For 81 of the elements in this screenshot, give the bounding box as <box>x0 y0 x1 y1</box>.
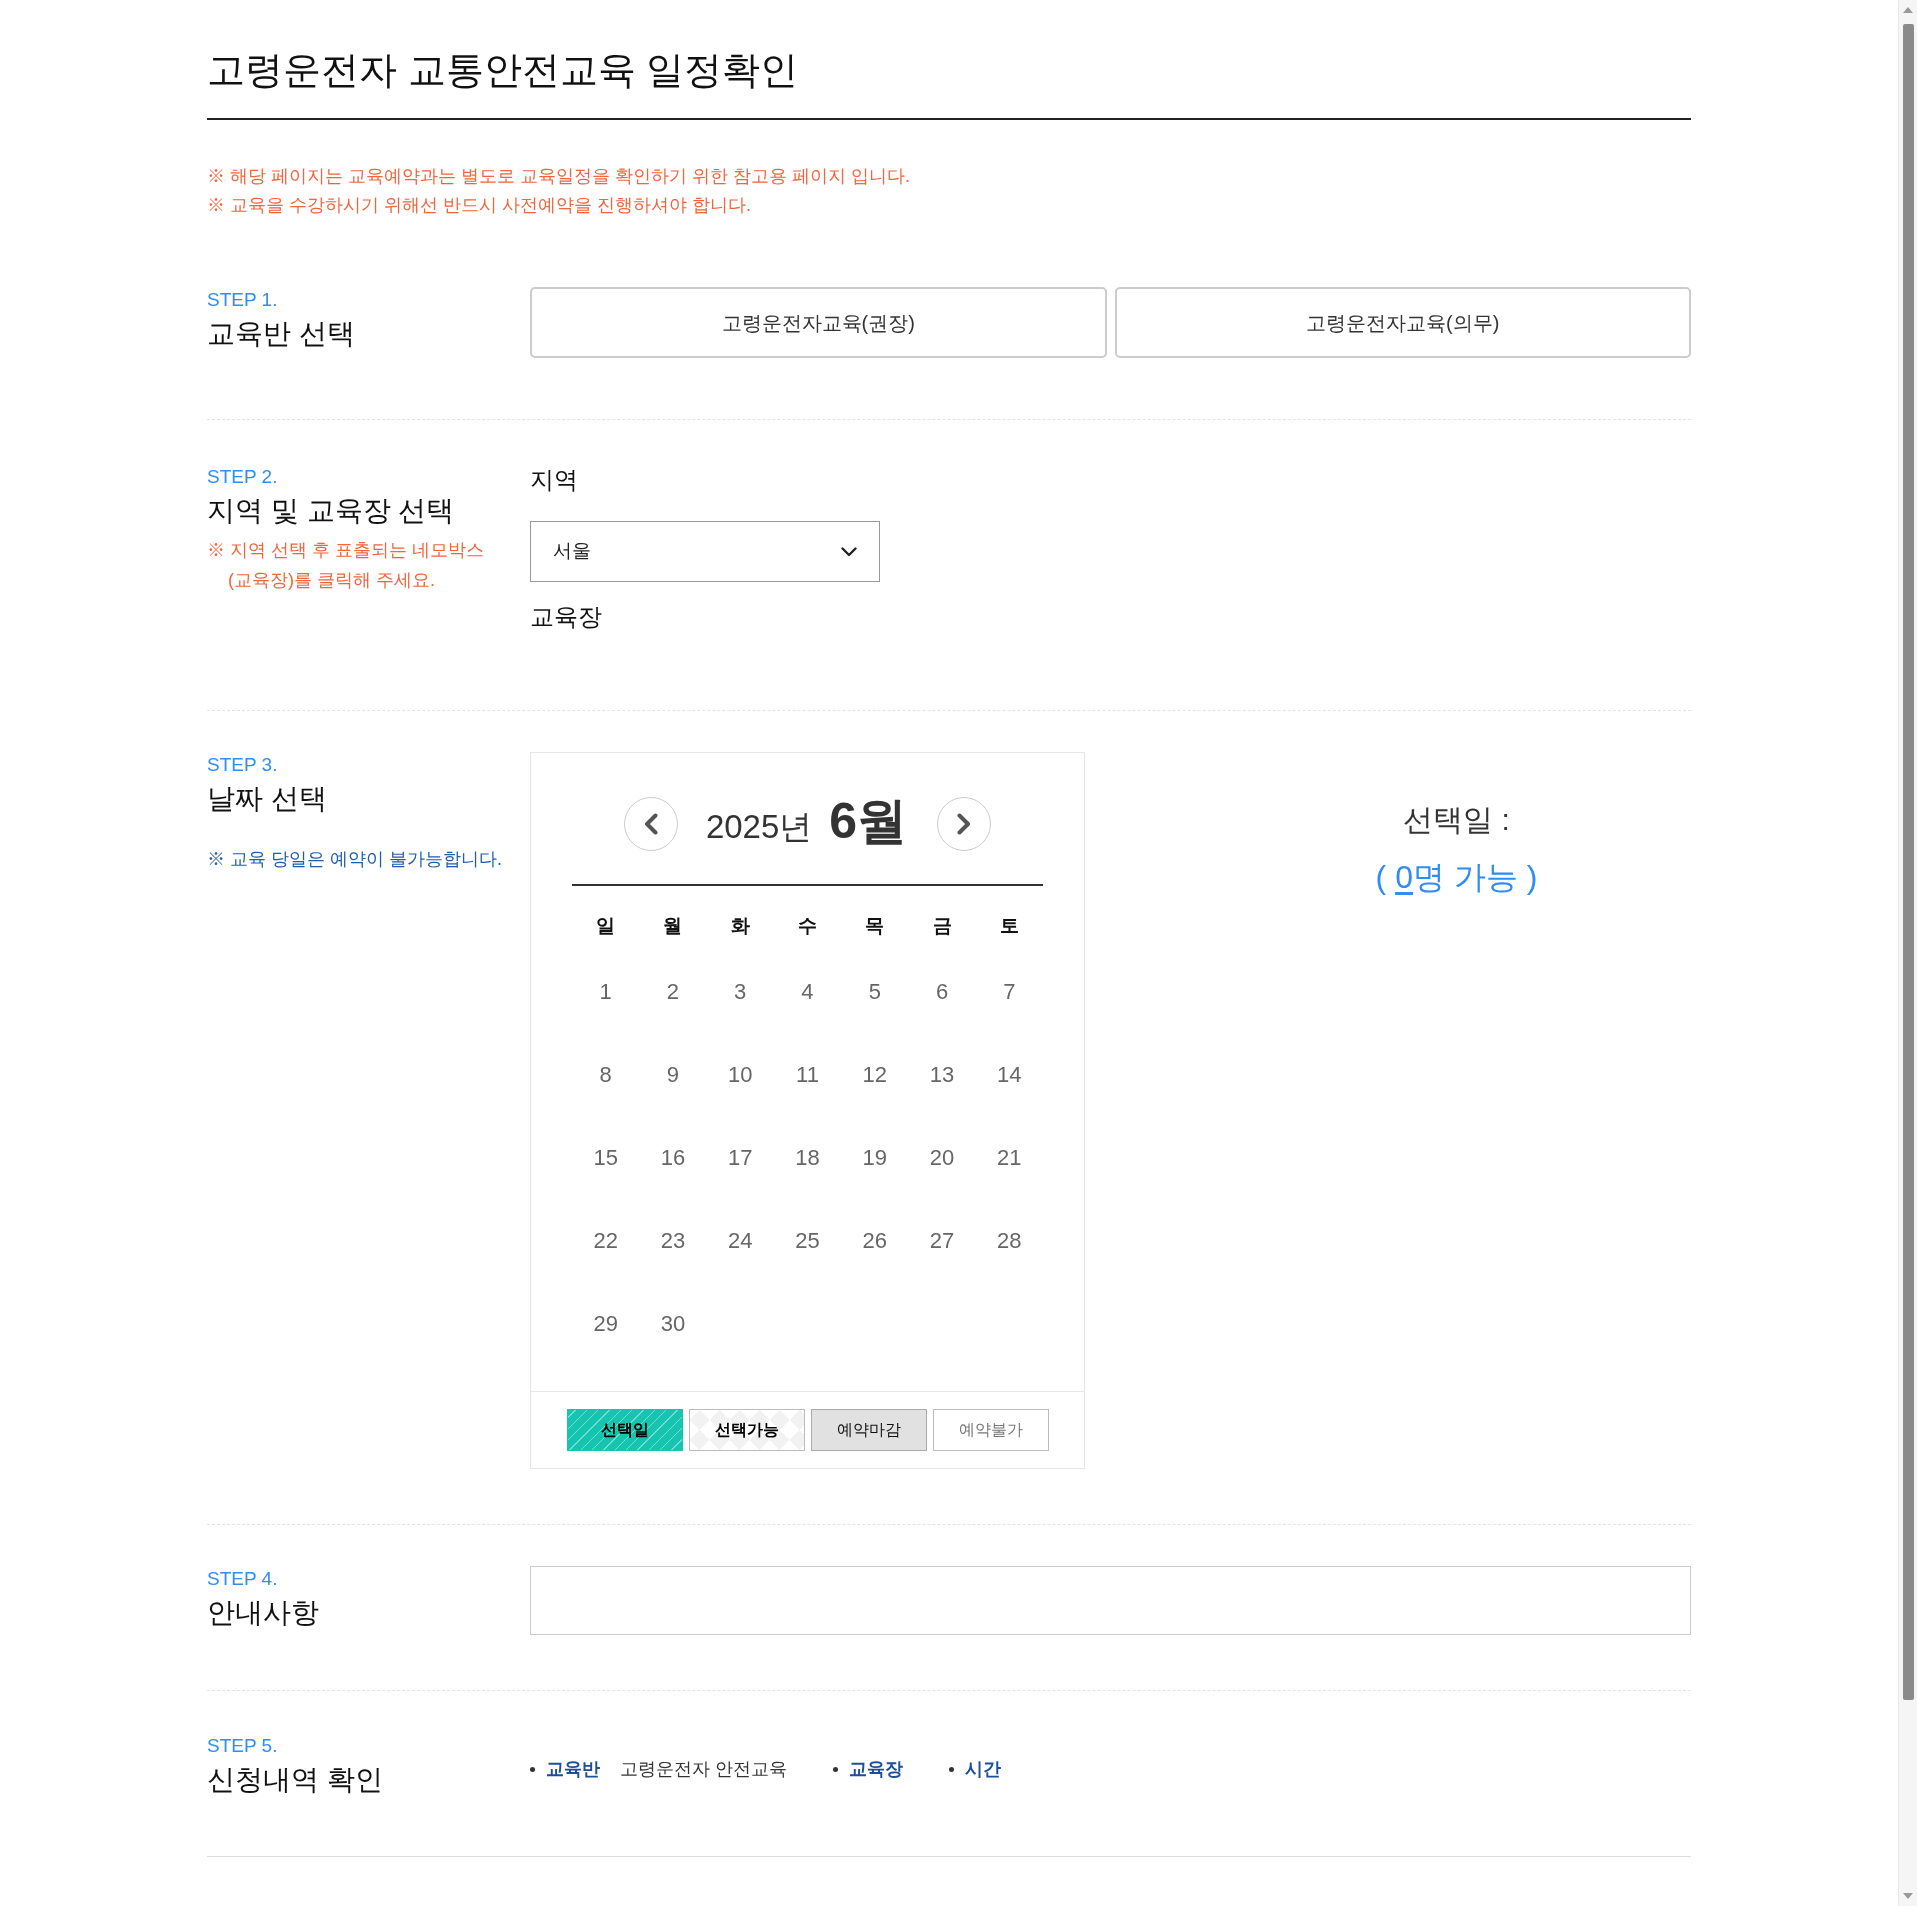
weekday-label: 금 <box>932 914 952 938</box>
chevron-down-icon <box>841 546 857 557</box>
step-number: STEP 1. <box>207 288 278 312</box>
step-heading: 신청내역 확인 <box>207 1763 383 1797</box>
summary-value: 고령운전자 안전교육 <box>620 1758 787 1781</box>
calendar-day[interactable]: 11 <box>796 1059 819 1090</box>
calendar-day[interactable]: 18 <box>795 1142 820 1173</box>
calendar-day[interactable]: 24 <box>727 1225 753 1256</box>
calendar-day[interactable]: 22 <box>593 1225 618 1256</box>
step-number: STEP 5. <box>207 1734 278 1758</box>
notice-text: ※ 해당 페이지는 교육예약과는 별도로 교육일정을 확인하기 위한 참고용 페이지 입니다. <box>207 165 910 188</box>
weekday-label: 화 <box>730 914 750 938</box>
calendar-day[interactable]: 26 <box>862 1225 887 1256</box>
notice-text: ※ 교육을 수강하시기 위해선 반드시 사전예약을 진행하셔야 합니다. <box>207 194 751 217</box>
calendar-day[interactable]: 4 <box>801 976 814 1007</box>
summary-label: 교육장 <box>849 1758 903 1781</box>
calendar-year: 2025년 <box>705 807 813 847</box>
calendar-day[interactable]: 30 <box>660 1308 686 1339</box>
step-heading: 안내사항 <box>207 1596 319 1630</box>
calendar-day[interactable]: 17 <box>727 1142 753 1173</box>
bullet-icon <box>530 1766 535 1772</box>
legend-item: 선택가능 <box>688 1409 805 1451</box>
bullet-icon <box>949 1766 954 1772</box>
calendar-month: 6월 <box>829 794 908 848</box>
region-select[interactable]: 서울 <box>530 521 880 582</box>
course-option-button[interactable]: 고령운전자교육(권장) <box>530 287 1107 358</box>
calendar-day[interactable]: 6 <box>935 976 949 1007</box>
summary-label: 시간 <box>965 1758 1001 1781</box>
calendar-day[interactable]: 19 <box>862 1142 887 1173</box>
calendar-day[interactable]: 16 <box>660 1142 686 1173</box>
legend-item: 예약불가 <box>932 1409 1049 1451</box>
next-month-button[interactable] <box>937 797 992 851</box>
calendar-day[interactable]: 20 <box>929 1142 955 1173</box>
page-title: 고령운전자 교통안전교육 일정확인 <box>207 48 799 93</box>
calendar-day[interactable]: 29 <box>593 1308 618 1339</box>
chevron-left-icon <box>643 813 658 835</box>
calendar-day[interactable]: 28 <box>997 1225 1022 1256</box>
weekday-label: 월 <box>663 914 683 938</box>
calendar-day[interactable]: 25 <box>795 1225 820 1256</box>
bullet-icon <box>833 1766 838 1772</box>
region-note: ※ 지역 선택 후 표출되는 네모박스 (교육장)를 클릭해 주세요. <box>207 539 485 592</box>
calendar-day[interactable]: 10 <box>727 1059 753 1090</box>
course-option-button[interactable]: 고령운전자교육(의무) <box>1114 287 1691 358</box>
step-heading: 교육반 선택 <box>207 317 355 351</box>
calendar-day[interactable]: 2 <box>666 976 680 1007</box>
calendar-day[interactable]: 12 <box>862 1059 887 1090</box>
calendar-day[interactable]: 1 <box>599 976 612 1007</box>
weekday-label: 수 <box>798 914 817 938</box>
scrollbar[interactable] <box>1898 0 1917 1906</box>
venue-label: 교육장 <box>530 602 602 632</box>
step-number: STEP 3. <box>207 753 278 777</box>
step-heading: 날짜 선택 <box>207 782 327 816</box>
scroll-down-arrow-icon[interactable] <box>1903 1893 1913 1899</box>
calendar-day[interactable]: 23 <box>660 1225 686 1256</box>
calendar-day[interactable]: 3 <box>734 976 747 1007</box>
previous-month-button[interactable] <box>623 797 678 851</box>
calendar-day[interactable]: 5 <box>868 976 881 1007</box>
legend-item: 예약마감 <box>810 1409 927 1451</box>
calendar-day[interactable]: 9 <box>666 1059 680 1090</box>
scroll-up-arrow-icon[interactable] <box>1903 7 1913 13</box>
capacity-text: ( 0명 가능 ) <box>1375 858 1538 897</box>
weekday-label: 목 <box>865 914 885 938</box>
calendar-day[interactable]: 13 <box>929 1059 955 1090</box>
calendar-day[interactable]: 7 <box>1003 976 1016 1007</box>
step-number: STEP 2. <box>207 465 278 489</box>
calendar-day[interactable]: 8 <box>599 1059 612 1090</box>
weekday-label: 토 <box>999 914 1019 938</box>
calendar-day[interactable]: 21 <box>997 1142 1022 1173</box>
region-label: 지역 <box>530 465 578 495</box>
step-number: STEP 4. <box>207 1567 278 1591</box>
chevron-right-icon <box>957 813 972 835</box>
selected-date-label: 선택일 : <box>1403 802 1510 838</box>
date-note: ※ 교육 당일은 예약이 불가능합니다. <box>207 848 502 871</box>
calendar-day[interactable]: 15 <box>593 1142 618 1173</box>
weekday-label: 일 <box>596 914 616 938</box>
scrollbar-thumb[interactable] <box>1902 24 1914 1700</box>
step-heading: 지역 및 교육장 선택 <box>207 494 455 528</box>
calendar-day[interactable]: 14 <box>997 1059 1022 1090</box>
summary-label: 교육반 <box>546 1758 600 1781</box>
legend-item: 선택일 <box>566 1409 683 1451</box>
calendar-day[interactable]: 27 <box>929 1225 955 1256</box>
